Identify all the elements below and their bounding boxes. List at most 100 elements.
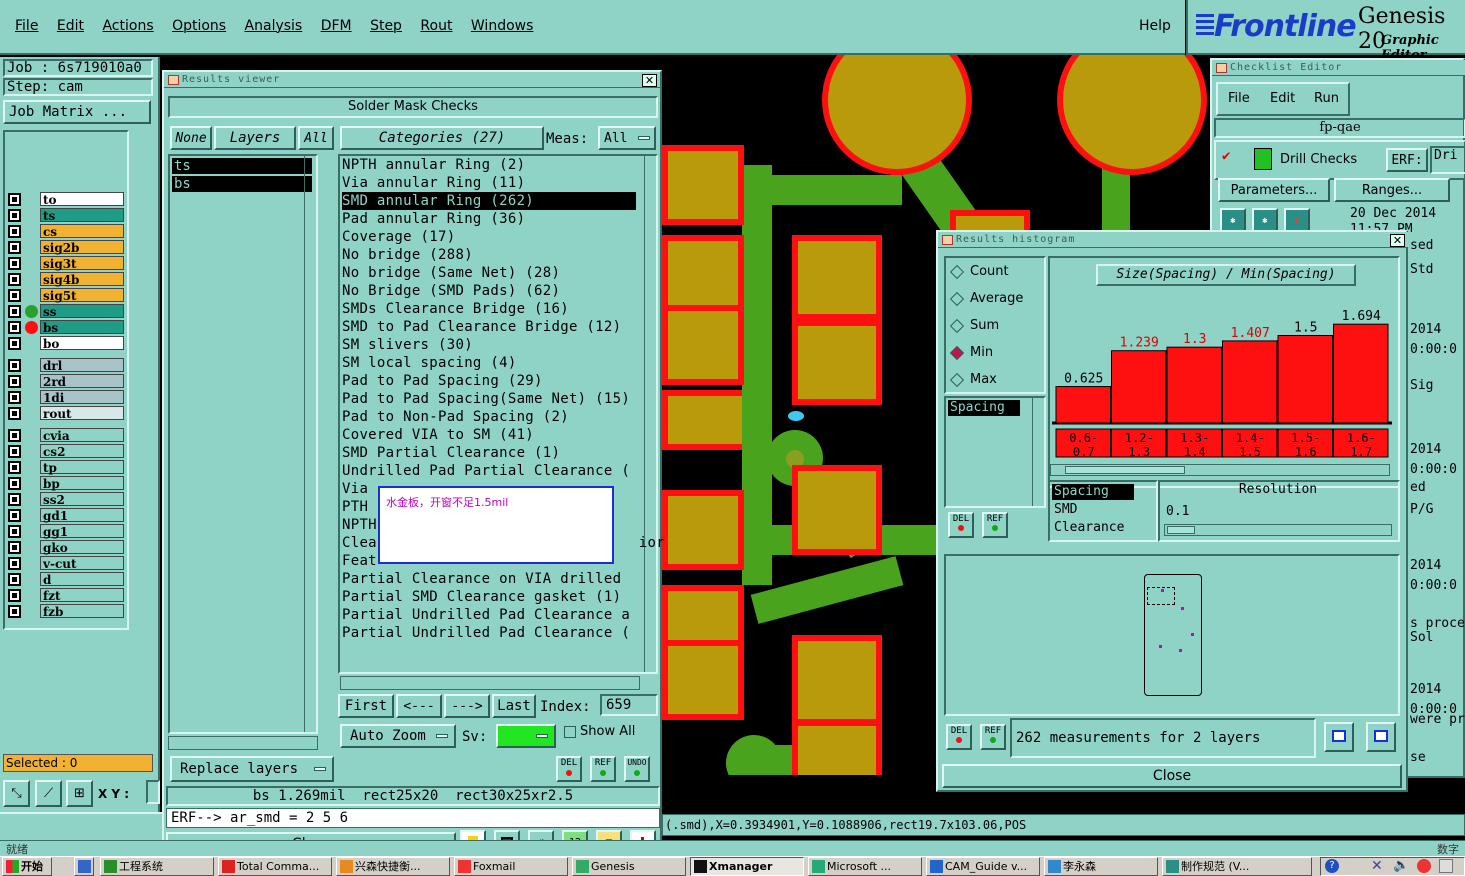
category-item[interactable]: No bridge (288) — [342, 246, 473, 264]
layer-list-item-ts[interactable]: ts — [172, 158, 312, 174]
none-button[interactable]: None — [170, 126, 212, 150]
mode-radio-min[interactable] — [949, 345, 965, 361]
menu-windows[interactable]: Windows — [471, 18, 534, 34]
spacing-item-left[interactable]: Spacing — [948, 400, 1020, 416]
layer-checkbox[interactable] — [8, 391, 21, 404]
category-item[interactable]: Pad to Pad Spacing (29) — [342, 372, 543, 390]
layer-list-vscroll[interactable] — [304, 156, 316, 732]
category-item[interactable]: SMD to Pad Clearance Bridge (12) — [342, 318, 621, 336]
layer-checkbox[interactable] — [8, 557, 21, 570]
zoom-tool-button[interactable]: ⤡ — [3, 780, 30, 807]
layer-checkbox[interactable] — [8, 477, 21, 490]
menu-options[interactable]: Options — [172, 18, 226, 34]
category-item[interactable]: Partial Undrilled Pad Clearance ( — [342, 624, 630, 642]
histogram-bar[interactable] — [1111, 350, 1167, 424]
app-tray-icon[interactable] — [1417, 859, 1431, 873]
menu-actions[interactable]: Actions — [102, 18, 153, 34]
layer-checkbox[interactable] — [8, 573, 21, 586]
category-item[interactable]: Via annular Ring (11) — [342, 174, 525, 192]
layer-checkbox[interactable] — [8, 273, 21, 286]
check-enabled-icon[interactable]: ✔ — [1222, 149, 1234, 163]
meas-select[interactable]: All — [598, 126, 656, 150]
show-all-checkbox[interactable] — [564, 726, 576, 738]
layer-checkbox[interactable] — [8, 461, 21, 474]
layer-list-item-bs[interactable]: bs — [172, 176, 312, 192]
histogram-bar[interactable] — [1277, 335, 1333, 424]
layer-checkbox[interactable] — [8, 305, 21, 318]
category-item[interactable]: SMD annular Ring (262) — [342, 192, 636, 210]
mode-radio-sum[interactable] — [949, 318, 965, 334]
window-menu-icon[interactable] — [1216, 63, 1227, 73]
layer-row-sig4b[interactable]: sig4b — [8, 272, 124, 287]
layer-checkbox[interactable] — [8, 525, 21, 538]
mode-radio-average[interactable] — [949, 291, 965, 307]
category-item[interactable]: Pad annular Ring (36) — [342, 210, 525, 228]
index-input[interactable]: 659 — [600, 694, 658, 716]
layer-checkbox[interactable] — [8, 375, 21, 388]
layer-row-bo[interactable]: bo — [8, 336, 124, 351]
layer-row-v-cut[interactable]: v-cut — [8, 556, 124, 571]
ref-icon[interactable]: REF — [590, 756, 616, 782]
close-icon[interactable]: ✕ — [1390, 234, 1405, 247]
category-item[interactable]: SM local spacing (4) — [342, 354, 517, 372]
histogram-bar[interactable] — [1222, 340, 1278, 424]
layer-row-rout[interactable]: rout — [8, 406, 124, 421]
scroll-thumb[interactable] — [1065, 466, 1185, 474]
all-layers-button[interactable]: All — [298, 126, 334, 150]
layer-list-hscroll[interactable] — [168, 736, 318, 750]
hist-del-icon[interactable]: DEL — [948, 512, 974, 538]
taskbar-item[interactable]: Total Comma... — [218, 857, 332, 876]
layer-row-ts[interactable]: ts — [8, 208, 124, 223]
checklist-menu-file[interactable]: File — [1228, 91, 1250, 106]
export-icon[interactable] — [1324, 722, 1354, 752]
window-menu-icon[interactable] — [168, 75, 179, 85]
menu-analysis[interactable]: Analysis — [245, 18, 303, 34]
taskbar-item[interactable]: 李永森 — [1044, 857, 1158, 876]
category-item[interactable]: Covered VIA to SM (41) — [342, 426, 534, 444]
smd-item[interactable]: SMD — [1054, 502, 1077, 517]
layer-row-tp[interactable]: tp — [8, 460, 124, 475]
sv-color-select[interactable] — [496, 724, 556, 748]
layer-checkbox[interactable] — [8, 605, 21, 618]
checklist-menu-edit[interactable]: Edit — [1270, 91, 1295, 106]
resolution-slider[interactable] — [1164, 524, 1392, 536]
layer-row-cvia[interactable]: cvia — [8, 428, 124, 443]
layer-checkbox[interactable] — [8, 289, 21, 302]
drill-checks-label[interactable]: Drill Checks — [1280, 152, 1357, 167]
layer-row-sig3t[interactable]: sig3t — [8, 256, 124, 271]
erf-value[interactable]: Dri — [1430, 146, 1465, 174]
category-item[interactable]: Partial SMD Clearance gasket (1) — [342, 588, 621, 606]
parameters-button[interactable]: Parameters... — [1218, 178, 1330, 202]
layer-row-bp[interactable]: bp — [8, 476, 124, 491]
network-tray-icon[interactable] — [1439, 859, 1453, 873]
spacing-list-vscroll[interactable] — [1032, 398, 1044, 506]
next-button[interactable]: ---> — [444, 694, 490, 718]
category-item[interactable]: Pad to Pad Spacing(Same Net) (15) — [342, 390, 630, 408]
category-item[interactable]: Undrilled Pad Partial Clearance ( — [342, 462, 630, 480]
category-item[interactable]: SM slivers (30) — [342, 336, 473, 354]
mode-radio-max[interactable] — [949, 372, 965, 388]
layer-row-fzb[interactable]: fzb — [8, 604, 124, 619]
taskbar-item[interactable]: 工程系统 — [100, 857, 214, 876]
menu-dfm[interactable]: DFM — [321, 18, 352, 34]
layer-checkbox[interactable] — [8, 541, 21, 554]
preview-ref-icon[interactable]: REF — [980, 724, 1006, 750]
layer-checkbox[interactable] — [8, 257, 21, 270]
layer-checkbox[interactable] — [8, 193, 21, 206]
job-matrix-button[interactable]: Job Matrix ... — [3, 100, 151, 124]
clearance-item[interactable]: Clearance — [1054, 520, 1124, 535]
layer-checkbox[interactable] — [8, 493, 21, 506]
layer-row-cs[interactable]: cs — [8, 224, 124, 239]
histogram-close-button[interactable]: Close — [942, 764, 1402, 788]
category-item[interactable]: Coverage (17) — [342, 228, 455, 246]
help-tray-icon[interactable]: ? — [1325, 859, 1339, 873]
taskbar-item[interactable]: Microsoft ... — [808, 857, 922, 876]
layer-row-d[interactable]: d — [8, 572, 124, 587]
window-menu-icon[interactable] — [942, 235, 953, 245]
layer-row-gd1[interactable]: gd1 — [8, 508, 124, 523]
menu-file[interactable]: File — [15, 18, 38, 34]
layer-checkbox[interactable] — [8, 337, 21, 350]
category-item[interactable]: No Bridge (SMD Pads) (62) — [342, 282, 560, 300]
layer-row-1di[interactable]: 1di — [8, 390, 124, 405]
spacing-item-right[interactable]: Spacing — [1052, 484, 1134, 500]
